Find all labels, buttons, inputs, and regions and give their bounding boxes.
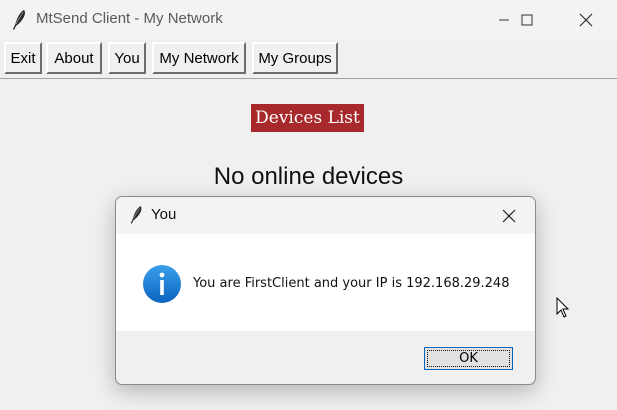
- menu-my-groups-button[interactable]: My Groups: [252, 42, 338, 74]
- info-icon: [143, 265, 181, 303]
- dialog-body: You are FirstClient and your IP is 192.1…: [116, 234, 535, 331]
- dialog-title: You: [151, 206, 177, 223]
- dialog-close-button[interactable]: [489, 197, 529, 234]
- menu-about-button[interactable]: About: [46, 42, 102, 74]
- title-bar[interactable]: MtSend Client - My Network: [0, 0, 617, 40]
- dialog-title-bar[interactable]: You: [116, 197, 535, 234]
- close-icon: [502, 209, 516, 222]
- menu-my-network-button[interactable]: My Network: [152, 42, 246, 74]
- no-online-devices-text: No online devices: [213, 163, 404, 190]
- feather-icon: [13, 10, 26, 30]
- maximize-icon: [521, 14, 533, 26]
- menu-you-button[interactable]: You: [108, 42, 146, 74]
- feather-icon: [130, 206, 142, 224]
- close-button[interactable]: [563, 0, 609, 40]
- dialog-message: You are FirstClient and your IP is 192.1…: [193, 276, 510, 291]
- menu-bar: Exit About You My Network My Groups: [0, 40, 617, 79]
- ok-button[interactable]: OK: [424, 347, 513, 370]
- close-icon: [579, 13, 593, 27]
- mouse-cursor-icon: [556, 297, 570, 318]
- window-title: MtSend Client - My Network: [36, 10, 223, 27]
- devices-list-label: Devices List: [251, 104, 364, 132]
- you-dialog: You You are FirstClient and your IP is 1…: [115, 196, 536, 385]
- maximize-button[interactable]: [504, 0, 550, 40]
- menu-exit-button[interactable]: Exit: [4, 42, 42, 74]
